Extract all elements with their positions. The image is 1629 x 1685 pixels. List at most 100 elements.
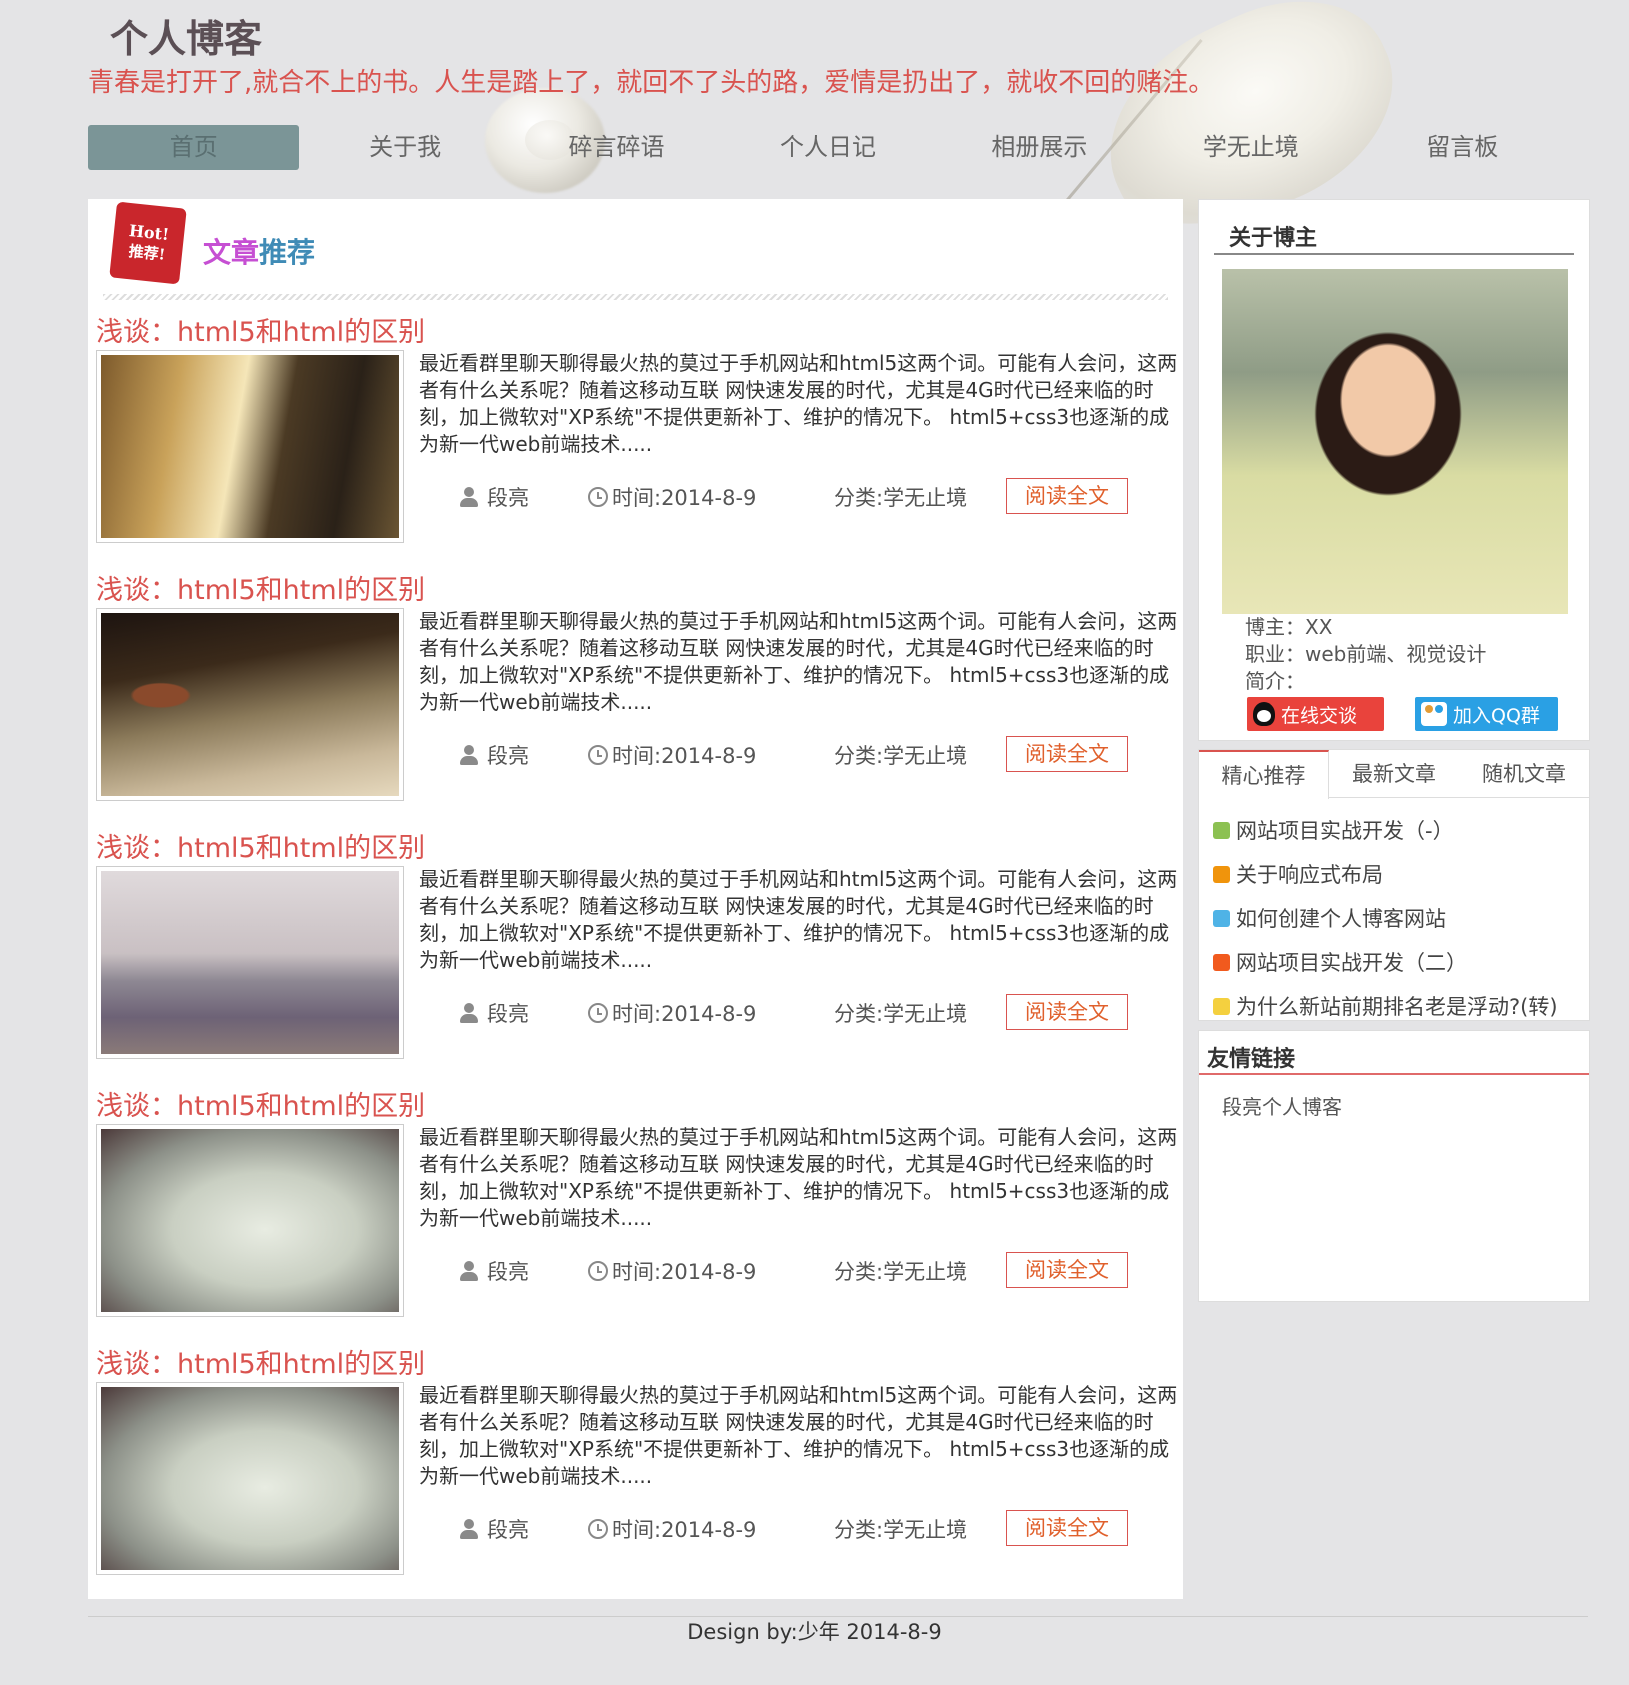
clock-icon: [588, 1519, 608, 1539]
nav-item-diary[interactable]: 个人日记: [722, 125, 933, 170]
bullet-square-icon: [1213, 997, 1230, 1015]
main-nav: 首页 关于我 碎言碎语 个人日记 相册展示 学无止境 留言板: [88, 125, 1568, 170]
author-name: 段亮: [487, 1002, 529, 1026]
article-time: 时间:2014-8-9: [588, 740, 756, 770]
tab-bar: 精心推荐 最新文章 随机文章: [1199, 750, 1589, 799]
join-qq-group-label: 加入QQ群: [1453, 704, 1540, 727]
article-meta: 段亮 时间:2014-8-9 分类:学无止境 阅读全文: [96, 1252, 1181, 1288]
article-excerpt: 最近看群里聊天聊得最火热的莫过于手机网站和html5这两个词。可能有人会问，这两…: [419, 1125, 1178, 1230]
qq-group-icon: [1421, 702, 1447, 726]
list-item-text: 为什么新站前期排名老是浮动?(转): [1236, 995, 1558, 1019]
article-category: 分类:学无止境: [834, 1260, 968, 1284]
article-author: 段亮: [459, 1256, 529, 1286]
article-item: 浅谈：html5和html的区别 最近看群里聊天聊得最火热的莫过于手机网站和ht…: [96, 1342, 1181, 1600]
article-thumbnail[interactable]: [96, 866, 404, 1059]
author-name: 段亮: [487, 1260, 529, 1284]
article-item: 浅谈：html5和html的区别 最近看群里聊天聊得最火热的莫过于手机网站和ht…: [96, 826, 1181, 1084]
blogger-intro: 简介：: [1245, 669, 1305, 693]
article-meta: 段亮 时间:2014-8-9 分类:学无止境 阅读全文: [96, 736, 1181, 772]
article-item: 浅谈：html5和html的区别 最近看群里聊天聊得最火热的莫过于手机网站和ht…: [96, 310, 1181, 568]
list-item[interactable]: 网站项目实战开发（-）: [1213, 808, 1558, 852]
tab-featured[interactable]: 精心推荐: [1199, 750, 1329, 799]
nav-item-home[interactable]: 首页: [88, 125, 300, 170]
recommend-title-word2: 推荐: [259, 236, 316, 269]
article-author: 段亮: [459, 998, 529, 1028]
article-thumbnail[interactable]: [96, 608, 404, 801]
nav-item-about[interactable]: 关于我: [299, 125, 510, 170]
qq-penguin-icon: [1253, 702, 1275, 726]
read-more-button[interactable]: 阅读全文: [1006, 994, 1128, 1030]
recommend-divider: [103, 294, 1168, 300]
article-thumbnail[interactable]: [96, 1382, 404, 1575]
list-item-text: 如何创建个人博客网站: [1236, 907, 1446, 931]
article-author: 段亮: [459, 740, 529, 770]
tab-latest[interactable]: 最新文章: [1329, 750, 1459, 798]
hot-badge-icon: Hot! 推荐!: [109, 201, 187, 285]
blogger-avatar: [1222, 269, 1568, 614]
nav-item-guestbook[interactable]: 留言板: [1357, 125, 1568, 170]
featured-list: 网站项目实战开发（-） 关于响应式布局 如何创建个人博客网站 网站项目实战开发（…: [1213, 808, 1558, 1028]
article-author: 段亮: [459, 1514, 529, 1544]
about-blogger-panel: 关于博主 博主：XX 职业：web前端、视觉设计 简介： 在线交谈 加入QQ群: [1198, 199, 1590, 741]
article-category: 分类:学无止境: [834, 486, 968, 510]
clock-icon: [588, 487, 608, 507]
site-title: 个人博客: [110, 17, 263, 61]
bullet-square-icon: [1213, 909, 1230, 927]
author-name: 段亮: [487, 486, 529, 510]
article-thumbnail[interactable]: [96, 1124, 404, 1317]
read-more-button[interactable]: 阅读全文: [1006, 1252, 1128, 1288]
article-time: 时间:2014-8-9: [588, 998, 756, 1028]
clock-icon: [588, 1003, 608, 1023]
nav-item-musings[interactable]: 碎言碎语: [511, 125, 722, 170]
time-text: 时间:2014-8-9: [612, 1002, 757, 1026]
clock-icon: [588, 745, 608, 765]
time-text: 时间:2014-8-9: [612, 1260, 757, 1284]
time-text: 时间:2014-8-9: [612, 1518, 757, 1542]
article-title[interactable]: 浅谈：html5和html的区别: [96, 310, 425, 349]
links-heading: 友情链接: [1207, 1047, 1296, 1072]
author-name: 段亮: [487, 1518, 529, 1542]
nav-item-gallery[interactable]: 相册展示: [934, 125, 1145, 170]
article-title[interactable]: 浅谈：html5和html的区别: [96, 568, 425, 607]
article-meta: 段亮 时间:2014-8-9 分类:学无止境 阅读全文: [96, 478, 1181, 514]
site-slogan: 青春是打开了,就合不上的书。人生是踏上了，就回不了头的路，爱情是扔出了，就收不回…: [88, 68, 1215, 98]
hot-badge-line2: 推荐!: [127, 242, 167, 264]
list-item[interactable]: 为什么新站前期排名老是浮动?(转): [1213, 984, 1558, 1028]
article-title[interactable]: 浅谈：html5和html的区别: [96, 1342, 425, 1381]
read-more-button[interactable]: 阅读全文: [1006, 478, 1128, 514]
clock-icon: [588, 1261, 608, 1281]
about-info: 博主：XX 职业：web前端、视觉设计 简介：: [1245, 614, 1486, 695]
person-icon: [459, 1002, 479, 1024]
blogger-job: 职业：web前端、视觉设计: [1245, 642, 1487, 666]
article-title[interactable]: 浅谈：html5和html的区别: [96, 826, 425, 865]
read-more-button[interactable]: 阅读全文: [1006, 1510, 1128, 1546]
read-more-button[interactable]: 阅读全文: [1006, 736, 1128, 772]
article-excerpt: 最近看群里聊天聊得最火热的莫过于手机网站和html5这两个词。可能有人会问，这两…: [419, 867, 1178, 972]
about-divider: [1214, 253, 1574, 255]
join-qq-group-button[interactable]: 加入QQ群: [1415, 697, 1558, 731]
time-text: 时间:2014-8-9: [612, 744, 757, 768]
list-item-text: 网站项目实战开发（-）: [1236, 819, 1454, 843]
online-chat-button[interactable]: 在线交谈: [1247, 697, 1384, 731]
article-thumbnail[interactable]: [96, 350, 404, 543]
list-item[interactable]: 关于响应式布局: [1213, 852, 1558, 896]
article-item: 浅谈：html5和html的区别 最近看群里聊天聊得最火热的莫过于手机网站和ht…: [96, 1084, 1181, 1342]
bullet-square-icon: [1213, 821, 1230, 839]
article-tabs-panel: 精心推荐 最新文章 随机文章 网站项目实战开发（-） 关于响应式布局 如何创建个…: [1198, 749, 1590, 1021]
list-item-text: 关于响应式布局: [1236, 863, 1383, 887]
friend-links-panel: 友情链接 段亮个人博客: [1198, 1030, 1590, 1302]
friend-link[interactable]: 段亮个人博客: [1222, 1091, 1342, 1120]
list-item[interactable]: 网站项目实战开发（二）: [1213, 940, 1558, 984]
list-item[interactable]: 如何创建个人博客网站: [1213, 896, 1558, 940]
person-icon: [459, 1260, 479, 1282]
nav-item-learning[interactable]: 学无止境: [1145, 125, 1356, 170]
bullet-square-icon: [1213, 953, 1230, 971]
article-category: 分类:学无止境: [834, 1518, 968, 1542]
footer-text: Design by:少年 2014-8-9: [687, 1620, 942, 1644]
article-time: 时间:2014-8-9: [588, 482, 756, 512]
article-category: 分类:学无止境: [834, 1002, 968, 1026]
article-time: 时间:2014-8-9: [588, 1256, 756, 1286]
article-title[interactable]: 浅谈：html5和html的区别: [96, 1084, 425, 1123]
tab-random[interactable]: 随机文章: [1459, 750, 1589, 798]
author-name: 段亮: [487, 744, 529, 768]
